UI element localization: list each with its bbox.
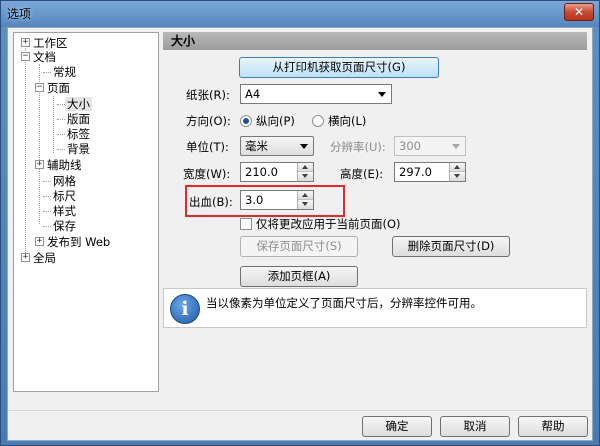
collapse-icon[interactable]: − bbox=[21, 52, 30, 61]
tree-item-document[interactable]: 文档 bbox=[33, 50, 56, 64]
footer-divider bbox=[8, 410, 592, 411]
expand-icon[interactable]: + bbox=[21, 253, 30, 262]
height-input[interactable]: 297.0 bbox=[394, 162, 466, 182]
bleed-label: 出血(B): bbox=[189, 195, 233, 209]
cancel-button[interactable]: 取消 bbox=[440, 416, 510, 437]
close-icon: ✕ bbox=[573, 5, 585, 19]
spin-down-icon[interactable] bbox=[298, 172, 313, 181]
spin-up-icon[interactable] bbox=[298, 163, 313, 172]
orientation-label: 方向(O): bbox=[186, 114, 231, 128]
spin-up-icon[interactable] bbox=[450, 163, 465, 172]
tree-item-workspace[interactable]: 工作区 bbox=[33, 36, 68, 50]
landscape-label[interactable]: 横向(L) bbox=[328, 114, 366, 128]
bleed-input[interactable]: 3.0 bbox=[240, 190, 314, 210]
spin-down-icon[interactable] bbox=[298, 200, 313, 209]
chevron-down-icon bbox=[378, 92, 386, 97]
unit-select[interactable]: 毫米 bbox=[240, 136, 314, 156]
tree-item-general[interactable]: 常规 bbox=[53, 65, 76, 79]
height-label: 高度(E): bbox=[340, 167, 384, 181]
info-panel: i 当以像素为单位定义了页面尺寸后，分辨率控件可用。 bbox=[163, 288, 587, 328]
apply-current-only-checkbox[interactable] bbox=[240, 218, 252, 230]
close-button[interactable]: ✕ bbox=[564, 3, 594, 21]
spin-down-icon[interactable] bbox=[450, 172, 465, 181]
resolution-select[interactable]: 300 bbox=[394, 136, 466, 156]
add-page-frame-button[interactable]: 添加页框(A) bbox=[240, 266, 358, 287]
tree-item-guidelines[interactable]: 辅助线 bbox=[47, 158, 82, 172]
info-text: 当以像素为单位定义了页面尺寸后，分辨率控件可用。 bbox=[206, 296, 482, 310]
ok-button[interactable]: 确定 bbox=[362, 416, 432, 437]
tree-item-label[interactable]: 标签 bbox=[67, 127, 90, 141]
tree-item-rulers[interactable]: 标尺 bbox=[53, 189, 76, 203]
window-title: 选项 bbox=[7, 7, 32, 21]
paper-select[interactable]: A4 bbox=[240, 84, 392, 104]
tree-item-layout[interactable]: 版面 bbox=[67, 112, 90, 126]
expand-icon[interactable]: + bbox=[35, 160, 44, 169]
portrait-radio[interactable] bbox=[240, 115, 252, 127]
tree-item-page[interactable]: 页面 bbox=[47, 81, 70, 95]
tree-item-grid[interactable]: 网格 bbox=[53, 174, 76, 188]
options-dialog: 选项 ✕ + 工作区 − 文档 常规 − 页面 大小 版面 标签 背景 + 辅助… bbox=[0, 0, 600, 446]
expand-icon[interactable]: + bbox=[21, 38, 30, 47]
dialog-body: + 工作区 − 文档 常规 − 页面 大小 版面 标签 背景 + 辅助线 网格 … bbox=[7, 27, 593, 441]
options-tree[interactable]: + 工作区 − 文档 常规 − 页面 大小 版面 标签 背景 + 辅助线 网格 … bbox=[13, 32, 159, 392]
save-page-size-button[interactable]: 保存页面尺寸(S) bbox=[240, 236, 358, 257]
apply-current-only-label[interactable]: 仅将更改应用于当前页面(O) bbox=[256, 217, 401, 231]
width-label: 宽度(W): bbox=[183, 167, 231, 181]
help-button[interactable]: 帮助 bbox=[518, 416, 588, 437]
resolution-label: 分辨率(U): bbox=[330, 140, 386, 154]
spin-up-icon[interactable] bbox=[298, 191, 313, 200]
tree-item-publish-web[interactable]: 发布到 Web bbox=[47, 235, 110, 249]
delete-page-size-button[interactable]: 删除页面尺寸(D) bbox=[392, 236, 510, 257]
tree-item-size[interactable]: 大小 bbox=[65, 97, 92, 111]
collapse-icon[interactable]: − bbox=[35, 83, 44, 92]
get-from-printer-button[interactable]: 从打印机获取页面尺寸(G) bbox=[239, 57, 439, 78]
portrait-label[interactable]: 纵向(P) bbox=[256, 114, 295, 128]
width-input[interactable]: 210.0 bbox=[240, 162, 314, 182]
tree-item-global[interactable]: 全局 bbox=[33, 251, 56, 265]
tree-item-background[interactable]: 背景 bbox=[67, 142, 90, 156]
title-bar[interactable]: 选项 ✕ bbox=[1, 1, 599, 27]
tree-item-save[interactable]: 保存 bbox=[53, 219, 76, 233]
expand-icon[interactable]: + bbox=[35, 237, 44, 246]
unit-label: 单位(T): bbox=[186, 140, 229, 154]
paper-label: 纸张(R): bbox=[186, 88, 230, 102]
tree-item-styles[interactable]: 样式 bbox=[53, 204, 76, 218]
chevron-down-icon bbox=[300, 144, 308, 149]
info-icon: i bbox=[170, 294, 200, 324]
chevron-down-icon bbox=[452, 144, 460, 149]
panel-header: 大小 bbox=[163, 32, 587, 50]
landscape-radio[interactable] bbox=[312, 115, 324, 127]
